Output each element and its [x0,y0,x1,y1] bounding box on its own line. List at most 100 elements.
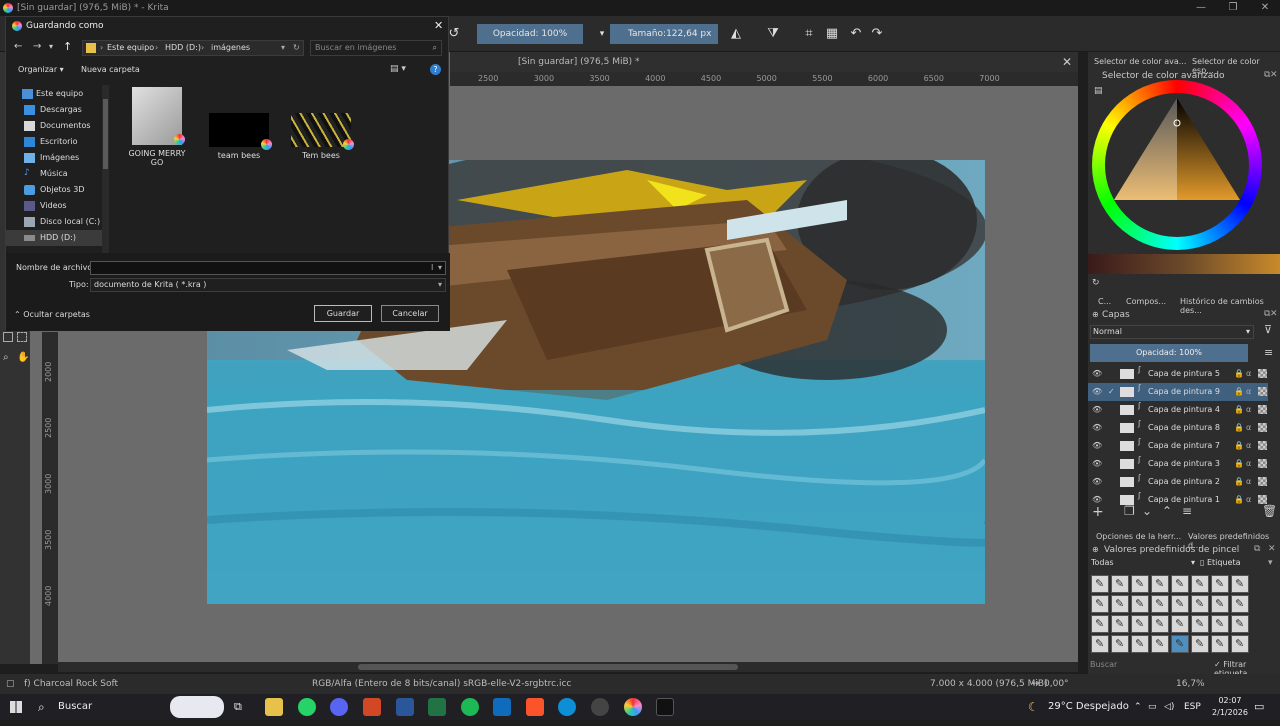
float-panel-icon[interactable]: ⧉ [1254,544,1260,554]
layer-row[interactable]: 👁 ✓ ʃ Capa de pintura 9 🔒 α [1088,383,1268,401]
tab-advanced-color[interactable]: Selector de color ava... [1094,57,1186,66]
rotation-icon[interactable]: ↔ [1032,674,1040,694]
layer-opacity-slider[interactable]: Opacidad: 100% [1090,344,1248,362]
volume-icon[interactable]: ◁) [1164,694,1174,720]
brush-preset-icon[interactable]: ✎ [1171,635,1189,653]
forward-arrow-icon[interactable]: → [33,41,41,52]
brush-preset-icon[interactable]: ✎ [1231,575,1249,593]
taskbar-search[interactable]: Buscar [58,694,92,720]
undo-icon[interactable]: ↶ [848,26,864,42]
brush-preset-icon[interactable]: ✎ [1111,575,1129,593]
visibility-eye-icon[interactable]: 👁 [1092,419,1102,437]
refresh-icon[interactable]: ↻ [293,41,300,55]
zoom-tool-icon[interactable]: ⌕ [3,352,9,363]
visibility-eye-icon[interactable]: 👁 [1092,365,1102,383]
brush-preset-icon[interactable]: ✎ [1211,575,1229,593]
up-folder-icon[interactable]: ↑ [63,40,72,53]
close-document-icon[interactable]: ✕ [1062,55,1072,69]
nav-item-este-equipo[interactable]: Este equipo [6,86,106,102]
breadcrumb-item[interactable]: imágenes [211,41,250,55]
brush-tag-button[interactable]: ▯ Etiqueta [1200,558,1240,567]
pan-tool-icon[interactable]: ✋ [17,352,29,363]
move-up-icon[interactable]: ⌃ [1162,504,1172,518]
zoom-value[interactable]: 16,7% [1176,674,1205,694]
brush-preset-icon[interactable]: ✎ [1231,595,1249,613]
brush-preset-icon[interactable]: ✎ [1151,635,1169,653]
krita-taskbar-icon[interactable] [624,698,642,716]
edge-icon[interactable] [558,698,576,716]
blend-mode-select[interactable]: Normal ▾ [1090,325,1254,339]
breadcrumb-item[interactable]: Este equipo [107,41,154,55]
back-arrow-icon[interactable]: ← [14,41,22,52]
brush-preset-icon[interactable]: ✎ [1091,615,1109,633]
file-item[interactable]: GOING MERRY GO [122,87,192,167]
refresh-icon[interactable]: ↻ [1092,278,1100,288]
brush-preset-icon[interactable]: ✎ [1211,635,1229,653]
chevron-down-icon[interactable]: ▾ [1268,558,1273,568]
check-icon[interactable]: ✓ [1108,383,1115,401]
layer-properties-icon[interactable]: ≡ [1182,504,1192,518]
inherit-alpha-icon[interactable] [1258,441,1267,450]
lock-docker-icon[interactable]: ⊕ [1092,545,1099,554]
alpha-lock-icon[interactable]: α [1246,401,1251,419]
brush-preset-icon[interactable]: ✎ [1131,615,1149,633]
nav-item-videos[interactable]: Videos [6,198,106,214]
network-icon[interactable]: ▭ [1148,694,1157,720]
layer-row[interactable]: 👁 ʃ Capa de pintura 8 🔒 α [1088,419,1268,437]
minimize-icon[interactable]: — [1186,0,1216,16]
inherit-alpha-icon[interactable] [1258,477,1267,486]
brush-preset-icon[interactable]: ✎ [1091,635,1109,653]
lock-icon[interactable]: 🔒 [1234,419,1244,437]
brush-preset-icon[interactable]: ✎ [1211,595,1229,613]
alpha-lock-icon[interactable]: α [1246,383,1251,401]
brush-preset-icon[interactable]: ✎ [1191,595,1209,613]
filter-icon[interactable]: ⊽ [1264,323,1272,336]
clock-date[interactable]: 2/1/2026 [1206,700,1254,726]
task-view-icon[interactable]: ⧉ [234,694,242,720]
brush-preset-icon[interactable]: ✎ [1111,615,1129,633]
brush-preset-icon[interactable]: ✎ [1231,635,1249,653]
tab-c[interactable]: C... [1098,297,1111,306]
lock-icon[interactable]: 🔒 [1234,455,1244,473]
file-type-select[interactable]: documento de Krita ( *.kra ) ▾ [90,278,446,292]
new-folder-button[interactable]: Nueva carpeta [81,65,140,74]
size-slider[interactable]: Tamaño:122,64 px [610,24,718,44]
select-tool-icon[interactable] [3,332,13,342]
nav-item-disco-local[interactable]: Disco local (C:) [6,214,106,230]
brush-filter-select[interactable]: Todas ▾ [1091,558,1195,571]
brush-preset-icon[interactable]: ✎ [1171,595,1189,613]
discord-icon[interactable] [330,698,348,716]
alpha-lock-icon[interactable]: α [1246,473,1251,491]
powerpoint-icon[interactable] [363,698,381,716]
language-indicator[interactable]: ESP [1184,694,1201,720]
alpha-lock-icon[interactable]: α [1246,419,1251,437]
breadcrumb-item[interactable]: HDD (D:) [165,41,201,55]
grid-icon[interactable]: ▦ [824,26,840,42]
excel-icon[interactable] [428,698,446,716]
brush-preset-icon[interactable]: ✎ [1131,595,1149,613]
close-panel-icon[interactable]: ✕ [1270,309,1278,319]
visibility-eye-icon[interactable]: 👁 [1092,383,1102,401]
file-item[interactable]: Tem bees [286,87,356,160]
file-explorer-icon[interactable] [265,698,283,716]
alpha-lock-icon[interactable]: α [1246,455,1251,473]
chevron-down-icon[interactable]: ▾ [594,26,610,42]
freehand-select-icon[interactable] [17,332,27,342]
layer-row[interactable]: 👁 ʃ Capa de pintura 3 🔒 α [1088,455,1268,473]
file-item[interactable]: team bees [204,87,274,160]
color-history-strip[interactable] [1088,254,1280,274]
visibility-eye-icon[interactable]: 👁 [1092,437,1102,455]
brush-preset-icon[interactable]: ✎ [1231,615,1249,633]
cancel-button[interactable]: Cancelar [381,305,439,322]
layer-row[interactable]: 👁 ʃ Capa de pintura 2 🔒 α [1088,473,1268,491]
brush-preview-icon[interactable]: ▢ [6,674,15,694]
chevron-down-icon[interactable]: ▾ [281,41,285,55]
search-input[interactable]: Buscar en imágenes ⌕ [310,40,442,56]
alpha-lock-icon[interactable]: α [1246,365,1251,383]
nav-item-musica[interactable]: ♪ Música [6,166,106,182]
brush-search-input[interactable]: Buscar [1090,660,1117,669]
close-panel-icon[interactable]: ✕ [1268,544,1276,554]
chevron-down-icon[interactable]: ▾ [438,262,442,274]
document-tab[interactable]: [Sin guardar] (976,5 MiB) * ✕ [450,52,1078,72]
lock-icon[interactable]: 🔒 [1234,401,1244,419]
